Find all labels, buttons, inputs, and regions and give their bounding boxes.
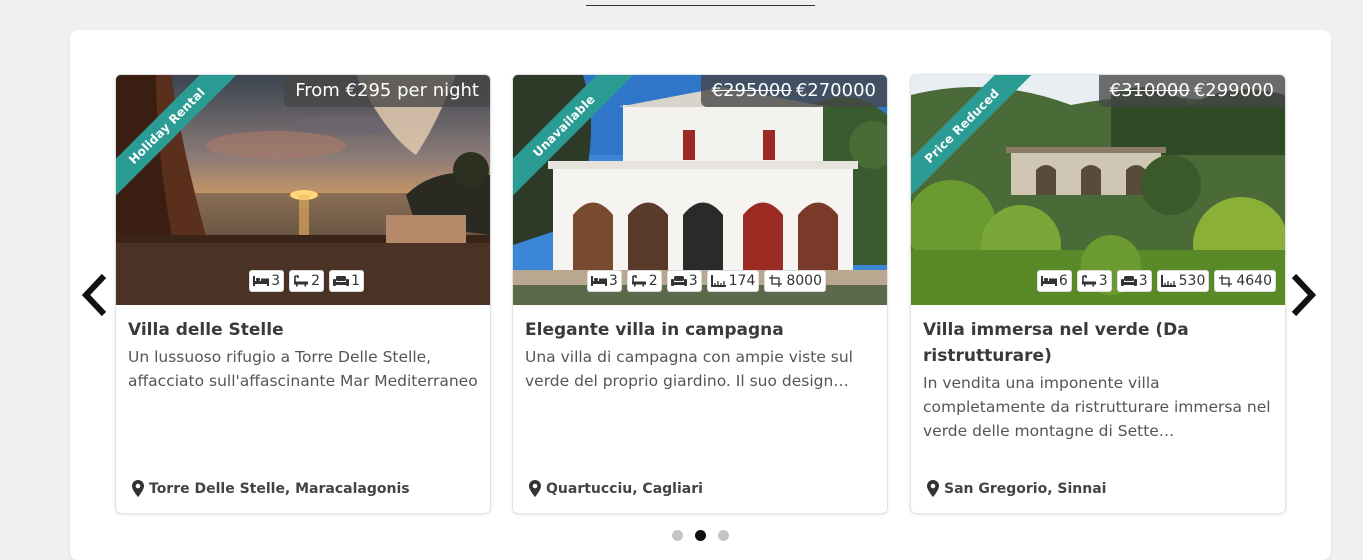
- feature-list: 3 2 3 174 8000: [586, 270, 826, 292]
- price-old: €295000: [711, 80, 792, 101]
- status-ribbon: Unavailable: [513, 75, 641, 203]
- feature-bedrooms: 6: [1036, 270, 1072, 292]
- feature-value: 1: [351, 273, 360, 289]
- price-old: €310000: [1109, 80, 1190, 101]
- feature-value: 3: [608, 273, 618, 289]
- ruler-icon: [1161, 274, 1177, 288]
- bed-icon: [253, 274, 269, 288]
- sofa-icon: [1121, 274, 1137, 288]
- feature-value: 3: [1138, 273, 1148, 289]
- feature-value: 4640: [1236, 273, 1272, 289]
- feature-floor-area: 174: [706, 270, 760, 292]
- listing-card[interactable]: Unavailable €295000 €270000 3 2 3 174 800…: [513, 75, 887, 513]
- sofa-icon: [333, 274, 349, 288]
- price-current: €299000: [1193, 80, 1274, 101]
- listing-description: Un lussuoso rifugio a Torre Delle Stelle…: [128, 348, 478, 390]
- price-current: €270000: [795, 80, 876, 101]
- listing-card[interactable]: Price Reduced €310000 €299000 6 3 3 530 4…: [911, 75, 1285, 513]
- feature-living-rooms: 3: [666, 270, 702, 292]
- feature-living-rooms: 1: [329, 270, 364, 292]
- listing-photo: Unavailable €295000 €270000 3 2 3 174 800…: [513, 75, 887, 305]
- bed-icon: [591, 274, 607, 288]
- listing-photo: Price Reduced €310000 €299000 6 3 3 530 4…: [911, 75, 1285, 305]
- listing-description: In vendita una imponente villa completam…: [923, 374, 1271, 440]
- feature-bathrooms: 3: [1076, 270, 1112, 292]
- map-pin-icon: [927, 480, 939, 497]
- feature-floor-area: 530: [1156, 270, 1210, 292]
- bath-icon: [631, 274, 647, 288]
- location-text: Torre Delle Stelle, Maracalagonis: [149, 480, 410, 497]
- feature-value: 3: [1098, 273, 1108, 289]
- carousel-dot-active[interactable]: [695, 530, 706, 541]
- listing-location: Quartucciu, Cagliari: [529, 480, 703, 497]
- listing-description: Una villa di campagna con ampie viste su…: [525, 348, 853, 390]
- bath-icon: [293, 274, 309, 288]
- feature-value: 8000: [786, 273, 822, 289]
- carousel-pagination: [672, 530, 729, 541]
- feature-value: 174: [728, 273, 756, 289]
- listing-title[interactable]: Villa delle Stelle: [128, 317, 478, 343]
- location-text: San Gregorio, Sinnai: [944, 480, 1107, 497]
- carousel-next-button[interactable]: [1288, 270, 1322, 320]
- listing-location: Torre Delle Stelle, Maracalagonis: [132, 480, 410, 497]
- map-pin-icon: [132, 480, 144, 497]
- carousel-prev-button[interactable]: [78, 270, 112, 320]
- price-badge: €295000 €270000: [700, 75, 887, 107]
- map-pin-icon: [529, 480, 541, 497]
- feature-value: 530: [1178, 273, 1206, 289]
- feature-land-area: 4640: [1214, 270, 1276, 292]
- carousel-dot[interactable]: [672, 530, 683, 541]
- crop-icon: [1218, 274, 1234, 288]
- crop-icon: [768, 274, 784, 288]
- feature-value: 2: [311, 273, 321, 289]
- feature-living-rooms: 3: [1116, 270, 1152, 292]
- status-ribbon: Holiday Rental: [116, 75, 244, 203]
- price-badge: €310000 €299000: [1098, 75, 1285, 107]
- chevron-right-icon: [1291, 273, 1317, 317]
- listing-location: San Gregorio, Sinnai: [927, 480, 1106, 497]
- feature-bedrooms: 3: [249, 270, 285, 292]
- feature-list: 3 2 1: [249, 270, 364, 292]
- feature-bathrooms: 2: [626, 270, 662, 292]
- feature-value: 3: [271, 273, 281, 289]
- price-current: From €295 per night: [295, 80, 479, 101]
- feature-value: 6: [1058, 273, 1068, 289]
- chevron-left-icon: [81, 273, 107, 317]
- carousel-dot[interactable]: [718, 530, 729, 541]
- feature-bathrooms: 2: [289, 270, 325, 292]
- sofa-icon: [671, 274, 687, 288]
- listing-title[interactable]: Elegante villa in campagna: [525, 317, 875, 343]
- bed-icon: [1041, 274, 1057, 288]
- status-ribbon: Price Reduced: [911, 75, 1039, 203]
- listing-photo: Holiday Rental From €295 per night 3 2 1: [116, 75, 490, 305]
- ruler-icon: [711, 274, 727, 288]
- feature-bedrooms: 3: [586, 270, 622, 292]
- top-divider: [586, 5, 815, 6]
- feature-value: 3: [688, 273, 698, 289]
- listing-title[interactable]: Villa immersa nel verde (Da ristrutturar…: [923, 317, 1273, 369]
- location-text: Quartucciu, Cagliari: [546, 480, 703, 497]
- feature-value: 2: [648, 273, 658, 289]
- price-badge: From €295 per night: [284, 75, 490, 107]
- bath-icon: [1081, 274, 1097, 288]
- feature-land-area: 8000: [764, 270, 826, 292]
- listing-card[interactable]: Holiday Rental From €295 per night 3 2 1…: [116, 75, 490, 513]
- feature-list: 6 3 3 530 4640: [1036, 270, 1276, 292]
